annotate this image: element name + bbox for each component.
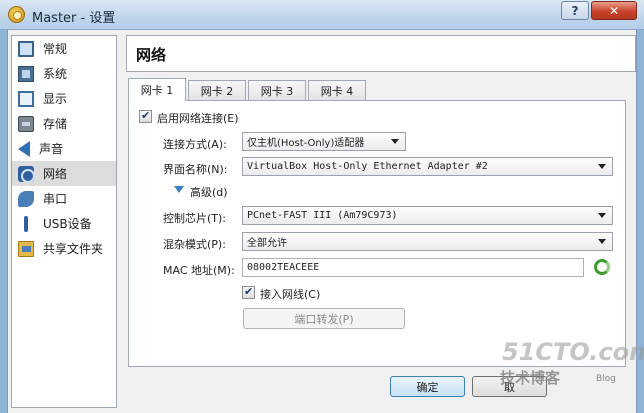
sidebar-item-label: 串口 [43,192,68,206]
tab-adapter-4[interactable]: 网卡 4 [308,80,366,100]
expand-triangle-icon[interactable] [174,186,184,193]
sidebar-item-label: 声音 [39,142,64,156]
mac-address-label: MAC 地址(M): [163,264,235,277]
sidebar-item-storage[interactable]: 存储 [12,111,116,136]
chevron-down-icon [598,164,606,169]
enable-adapter-checkbox[interactable] [139,109,152,123]
sidebar-item-usb[interactable]: USB设备 [12,211,116,236]
advanced-toggle[interactable]: 高级(d) [190,184,228,200]
adapter-name-label: 界面名称(N): [163,163,228,176]
adapter-type-value: PCnet-FAST III (Am79C973) [247,210,398,221]
shared-folder-icon [18,240,34,257]
attached-to-value: 仅主机(Host-Only)适配器 [247,138,365,149]
ok-button[interactable]: 确定 [390,376,465,397]
sidebar-item-network[interactable]: 网络 [12,161,116,186]
cancel-button[interactable]: 取 [472,376,547,397]
port-forwarding-button[interactable]: 端口转发(P) [243,308,405,329]
help-button[interactable]: ? [561,1,589,20]
sidebar-item-label: 共享文件夹 [43,242,104,256]
storage-icon [18,115,34,132]
sidebar-item-label: 常规 [43,42,68,56]
sidebar-item-audio[interactable]: 声音 [12,136,116,161]
tab-adapter-2[interactable]: 网卡 2 [188,80,246,100]
chevron-down-icon [598,239,606,244]
tab-adapter-1[interactable]: 网卡 1 [128,78,186,101]
window-title: Master - 设置 [32,11,116,26]
sidebar-item-shared-folders[interactable]: 共享文件夹 [12,236,116,261]
adapter-type-label: 控制芯片(T): [163,212,227,225]
cable-connected-label: 接入网线(C) [260,288,321,301]
adapter-name-value: VirtualBox Host-Only Ethernet Adapter #2 [247,161,488,172]
tab-adapter-3[interactable]: 网卡 3 [248,80,306,100]
network-icon [18,165,35,183]
virtualbox-gear-icon [8,6,25,23]
sidebar-item-general[interactable]: 常规 [12,36,116,61]
page-title: 网络 [136,46,167,64]
page-header: 网络 [126,35,636,72]
attached-to-select[interactable]: 仅主机(Host-Only)适配器 [242,132,406,151]
chevron-down-icon [391,139,399,144]
title-bar: Master - 设置 ? ✕ [0,0,644,30]
adapter-name-select[interactable]: VirtualBox Host-Only Ethernet Adapter #2 [242,157,613,176]
sidebar-item-system[interactable]: 系统 [12,61,116,86]
attached-to-label: 连接方式(A): [163,138,227,151]
system-icon [18,65,34,82]
promiscuous-mode-label: 混杂模式(P): [163,238,226,251]
adapter-type-select[interactable]: PCnet-FAST III (Am79C973) [242,206,613,225]
serial-port-icon [18,190,34,207]
chevron-down-icon [598,213,606,218]
audio-icon [18,140,30,157]
sidebar-item-serial-ports[interactable]: 串口 [12,186,116,211]
promiscuous-mode-value: 全部允许 [247,238,287,249]
sidebar-item-label: USB设备 [43,217,92,231]
promiscuous-mode-select[interactable]: 全部允许 [242,232,613,251]
generate-mac-refresh-icon[interactable] [594,259,610,275]
sidebar-item-label: 网络 [43,167,68,181]
display-icon [18,90,34,107]
mac-address-input[interactable]: 08002TEACEEE [242,258,584,277]
sidebar-item-label: 系统 [43,67,68,81]
settings-sidebar: 常规 系统 显示 存储 声音 网络 串口 USB设备 共享文件夹 [11,35,117,408]
cable-connected-checkbox[interactable] [242,285,255,299]
sidebar-item-label: 显示 [43,92,68,106]
general-icon [18,40,34,57]
sidebar-item-label: 存储 [43,117,68,131]
sidebar-item-display[interactable]: 显示 [12,86,116,111]
usb-icon [24,215,28,232]
close-button[interactable]: ✕ [591,1,637,20]
enable-adapter-label: 启用网络连接(E) [157,112,239,125]
